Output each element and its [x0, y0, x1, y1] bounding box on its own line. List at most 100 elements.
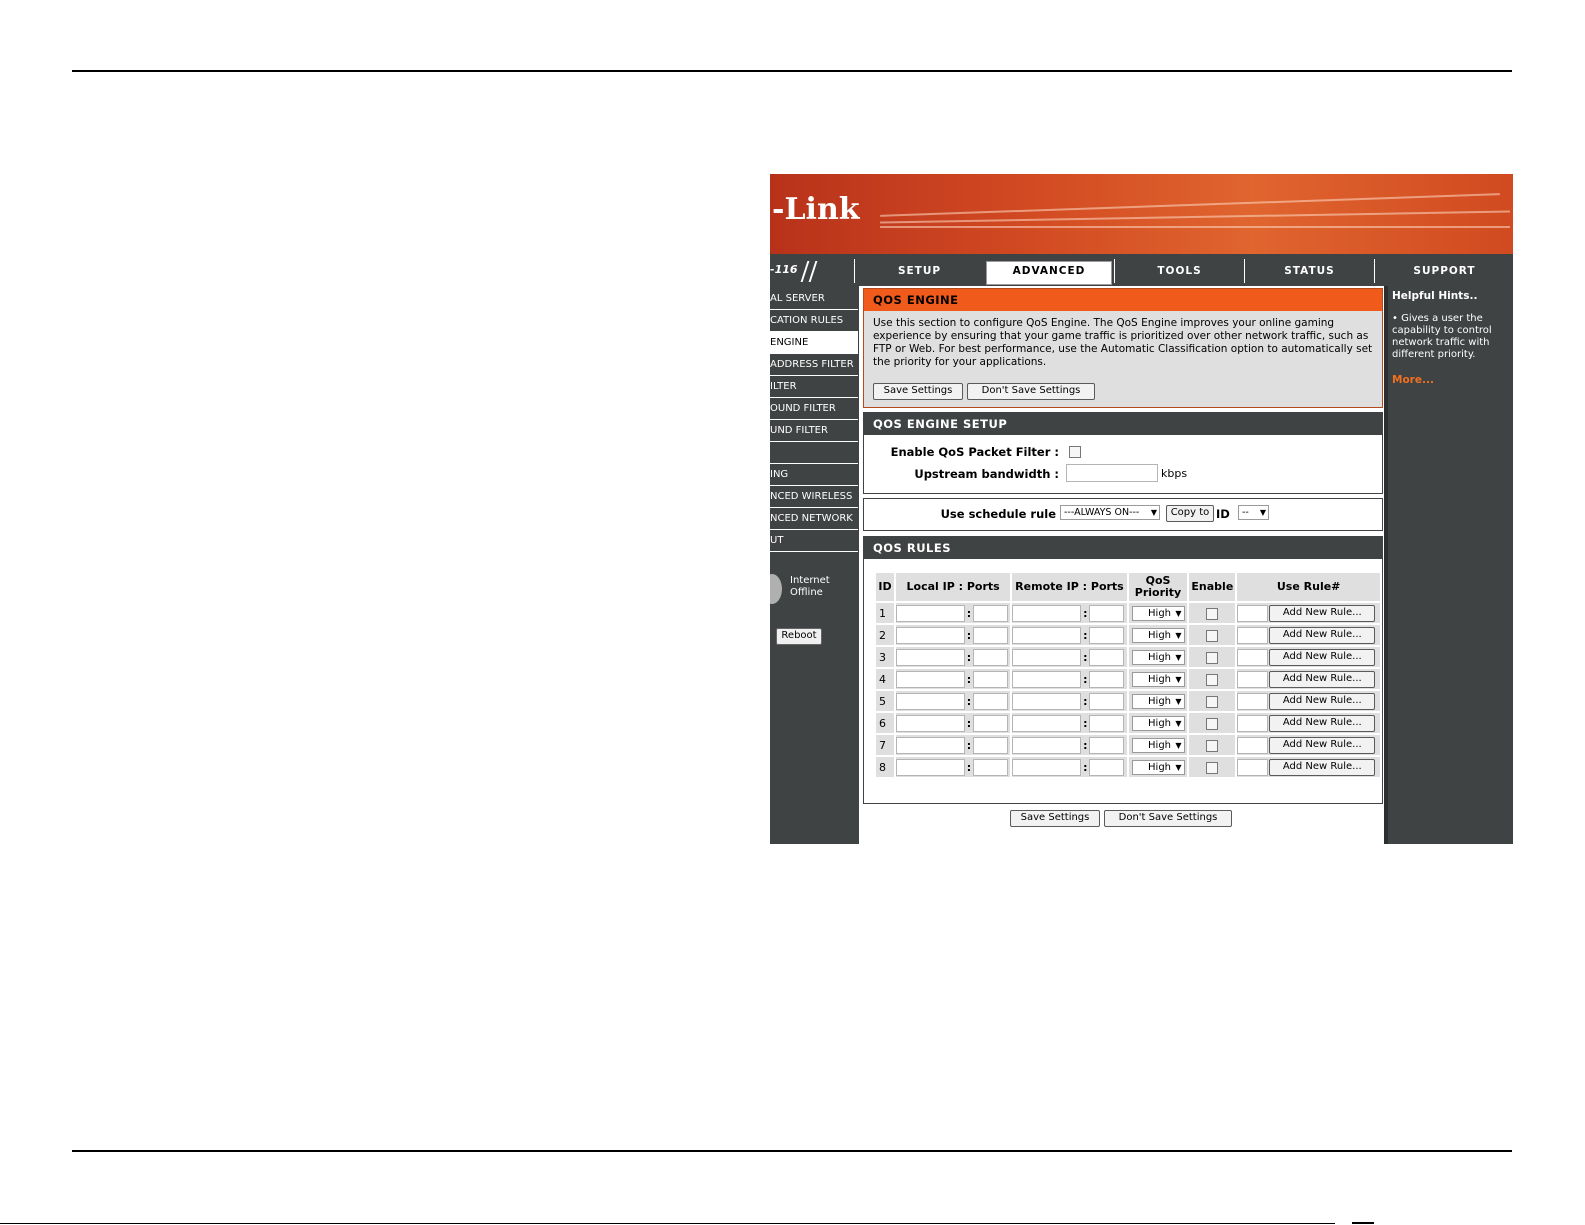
sidebar-item-advanced-network[interactable]: NCED NETWORK: [770, 508, 858, 530]
tab-setup[interactable]: SETUP: [854, 259, 984, 283]
remote-port-input[interactable]: [1089, 670, 1125, 688]
priority-select[interactable]: High ▼: [1131, 693, 1185, 709]
remote-port-input[interactable]: [1089, 758, 1125, 776]
use-rule-input[interactable]: [1237, 670, 1269, 688]
sidebar-item-routing[interactable]: ING: [770, 464, 858, 486]
sidebar-item-advanced-wireless[interactable]: NCED WIRELESS: [770, 486, 858, 508]
priority-select[interactable]: High ▼: [1131, 627, 1185, 643]
colon-separator: :: [966, 628, 972, 642]
use-rule-input[interactable]: [1237, 604, 1269, 622]
priority-select[interactable]: High ▼: [1131, 605, 1185, 621]
priority-select[interactable]: High ▼: [1131, 737, 1185, 753]
add-new-rule-button[interactable]: Add New Rule...: [1269, 670, 1376, 688]
use-rule-input[interactable]: [1237, 736, 1269, 754]
add-new-rule-button[interactable]: Add New Rule...: [1269, 758, 1376, 776]
local-port-input[interactable]: [972, 626, 1008, 644]
local-ip-cell: :: [895, 603, 1011, 623]
sidebar-item-blank[interactable]: [770, 442, 858, 464]
rule-enable-checkbox[interactable]: [1206, 717, 1219, 730]
save-settings-button[interactable]: Save Settings: [873, 383, 963, 400]
priority-select[interactable]: High ▼: [1131, 759, 1185, 775]
local-port-input[interactable]: [972, 758, 1008, 776]
remote-ip-input[interactable]: [1012, 626, 1082, 644]
local-ip-input[interactable]: [895, 648, 965, 666]
remote-ip-input[interactable]: [1012, 648, 1082, 666]
local-ip-input[interactable]: [895, 692, 965, 710]
sidebar-item-application-rules[interactable]: CATION RULES: [770, 310, 858, 332]
sidebar-item-network-filter[interactable]: ADDRESS FILTER: [770, 354, 858, 376]
copy-to-button[interactable]: Copy to: [1166, 505, 1214, 522]
add-new-rule-button[interactable]: Add New Rule...: [1269, 604, 1376, 622]
upstream-bandwidth-input[interactable]: [1066, 464, 1158, 482]
sidebar-item-website-filter[interactable]: ILTER: [770, 376, 858, 398]
rule-enable-checkbox[interactable]: [1206, 695, 1219, 708]
header-id: ID: [876, 573, 894, 601]
add-new-rule-button[interactable]: Add New Rule...: [1269, 692, 1376, 710]
dont-save-settings-button[interactable]: Don't Save Settings: [967, 383, 1095, 400]
local-port-input[interactable]: [972, 670, 1008, 688]
sidebar-item-outbound-filter[interactable]: UND FILTER: [770, 420, 858, 442]
sidebar-item-qos-engine[interactable]: ENGINE: [770, 332, 858, 354]
bottom-save-settings-button[interactable]: Save Settings: [1010, 810, 1100, 827]
remote-port-input[interactable]: [1089, 648, 1125, 666]
remote-port-input[interactable]: [1089, 604, 1125, 622]
add-new-rule-button[interactable]: Add New Rule...: [1269, 648, 1376, 666]
tab-tools[interactable]: TOOLS: [1114, 259, 1244, 283]
enable-cell: [1189, 647, 1236, 667]
remote-ip-input[interactable]: [1012, 736, 1082, 754]
remote-ip-input[interactable]: [1012, 670, 1082, 688]
use-rule-input[interactable]: [1237, 714, 1269, 732]
local-port-input[interactable]: [972, 736, 1008, 754]
tab-status[interactable]: STATUS: [1244, 259, 1374, 283]
remote-ip-cell: :: [1012, 735, 1127, 755]
remote-port-input[interactable]: [1089, 626, 1125, 644]
local-ip-input[interactable]: [895, 714, 965, 732]
hints-more-link[interactable]: More...: [1392, 374, 1434, 386]
rule-enable-checkbox[interactable]: [1206, 761, 1219, 774]
sidebar-item-virtual-server[interactable]: AL SERVER: [770, 288, 858, 310]
add-new-rule-button[interactable]: Add New Rule...: [1269, 626, 1376, 644]
remote-port-input[interactable]: [1089, 714, 1125, 732]
rule-enable-checkbox[interactable]: [1206, 629, 1219, 642]
use-rule-input[interactable]: [1237, 758, 1269, 776]
remote-port-input[interactable]: [1089, 736, 1125, 754]
use-rule-input[interactable]: [1237, 626, 1269, 644]
local-port-input[interactable]: [972, 648, 1008, 666]
local-ip-input[interactable]: [895, 736, 965, 754]
local-port-input[interactable]: [972, 692, 1008, 710]
rule-enable-checkbox[interactable]: [1206, 739, 1219, 752]
local-ip-input[interactable]: [895, 626, 965, 644]
use-rule-input[interactable]: [1237, 648, 1269, 666]
rule-enable-checkbox[interactable]: [1206, 607, 1219, 620]
local-ip-input[interactable]: [895, 670, 965, 688]
schedule-select[interactable]: ---ALWAYS ON--- ▼: [1060, 505, 1160, 520]
use-rule-input[interactable]: [1237, 692, 1269, 710]
sidebar-item-logout[interactable]: UT: [770, 530, 858, 552]
priority-select[interactable]: High ▼: [1131, 649, 1185, 665]
tab-advanced[interactable]: ADVANCED: [984, 259, 1114, 287]
rule-enable-checkbox[interactable]: [1206, 673, 1219, 686]
local-ip-input[interactable]: [895, 758, 965, 776]
remote-ip-input[interactable]: [1012, 692, 1082, 710]
remote-ip-input[interactable]: [1012, 604, 1082, 622]
dropdown-arrow-icon: ▼: [1175, 652, 1182, 662]
remote-ip-input[interactable]: [1012, 758, 1082, 776]
add-new-rule-button[interactable]: Add New Rule...: [1269, 736, 1376, 754]
tab-support[interactable]: SUPPORT: [1374, 259, 1513, 283]
enable-qos-checkbox[interactable]: [1069, 446, 1081, 458]
header-use-rule: Use Rule#: [1237, 573, 1380, 601]
bottom-dont-save-settings-button[interactable]: Don't Save Settings: [1104, 810, 1232, 827]
local-port-input[interactable]: [972, 604, 1008, 622]
enable-cell: [1189, 691, 1236, 711]
remote-ip-input[interactable]: [1012, 714, 1082, 732]
reboot-button[interactable]: Reboot: [776, 628, 822, 645]
copy-id-select[interactable]: -- ▼: [1238, 505, 1269, 520]
sidebar-item-inbound-filter[interactable]: OUND FILTER: [770, 398, 858, 420]
local-port-input[interactable]: [972, 714, 1008, 732]
priority-select[interactable]: High ▼: [1131, 671, 1185, 687]
rule-enable-checkbox[interactable]: [1206, 651, 1219, 664]
priority-select[interactable]: High ▼: [1131, 715, 1185, 731]
local-ip-input[interactable]: [895, 604, 965, 622]
remote-port-input[interactable]: [1089, 692, 1125, 710]
add-new-rule-button[interactable]: Add New Rule...: [1269, 714, 1376, 732]
